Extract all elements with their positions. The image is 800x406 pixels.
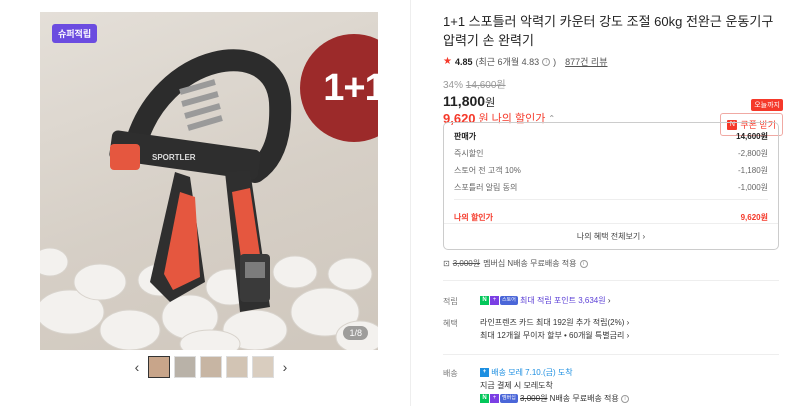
breakdown-value: -1,000원 — [737, 183, 768, 192]
benefit-installment-line[interactable]: 최대 12개월 무이자 할부 • 60개월 특별금리 › — [480, 329, 629, 342]
super-points-tag: 슈퍼적립 — [52, 24, 98, 43]
section-divider — [443, 280, 779, 281]
delivery-fee-strike: 3,000원 — [520, 394, 548, 403]
discount-percent: 34% — [443, 80, 464, 91]
breakdown-label: 즉시할인 — [454, 149, 484, 158]
max-points-text: 최대 적립 포인트 3,634원 — [520, 296, 606, 305]
thumbnail[interactable] — [252, 356, 274, 378]
product-title: 1+1 스포틀러 악력기 카운터 강도 조절 60kg 전완근 운동기구 압력기… — [443, 14, 774, 48]
gripper-brand-text: SPORTLER — [152, 153, 196, 162]
breakdown-value: -2,800원 — [737, 149, 768, 158]
breakdown-label: 스토어 전 고객 10% — [454, 166, 521, 175]
view-all-benefits-label: 나의 혜택 전체보기 — [576, 232, 641, 241]
image-counter: 1/8 — [343, 326, 368, 340]
thumbnail[interactable] — [148, 356, 170, 378]
thumbnail[interactable] — [226, 356, 248, 378]
today-only-badge: 오늘까지 — [751, 99, 783, 111]
shipping-note-text: 멤버십 N배송 무료배송 적용 — [483, 259, 577, 268]
original-price: 14,600원 — [465, 80, 506, 91]
product-main-image[interactable]: SPORTLER 슈퍼적립 1+1 1/8 — [40, 12, 378, 350]
star-icon: ★ — [443, 56, 452, 67]
rating-score: 4.85 — [454, 56, 473, 67]
column-divider — [410, 0, 411, 406]
thumbnail[interactable] — [200, 356, 222, 378]
points-label: 적립 — [443, 297, 458, 306]
benefits-label: 혜택 — [443, 319, 458, 328]
chevron-left-icon[interactable]: ‹ — [130, 359, 144, 375]
view-all-benefits-button[interactable]: 나의 혜택 전체보기 › — [444, 223, 778, 249]
info-icon[interactable]: i — [579, 259, 588, 268]
delivery-free-text: N배송 무료배송 적용 — [549, 394, 619, 403]
price-breakdown-box: 판매가 14,600원 즉시할인 -2,800원 스토어 전 고객 10% -1… — [443, 122, 779, 250]
discount-row: 34% 14,600원 — [443, 76, 783, 91]
delivery-arrival: 모레 7.10.(금) 도착 — [508, 368, 573, 377]
npay-plus-icon: N + 스토어 — [480, 296, 518, 306]
breakdown-row: 스포틀러 알림 동의 -1,000원 — [444, 179, 778, 196]
breakdown-row: 스토어 전 고객 10% -1,180원 — [444, 162, 778, 179]
chevron-right-icon: › — [607, 296, 611, 305]
chevron-right-icon[interactable]: › — [278, 359, 292, 375]
review-link[interactable]: 877건 리뷰 — [565, 55, 607, 68]
breakdown-my-value: 9,620원 — [740, 213, 768, 222]
sale-price-value: 11,800 — [443, 93, 486, 109]
info-icon[interactable]: i — [542, 57, 551, 66]
rating-detail: (최근 6개월 4.83 — [475, 57, 540, 67]
rating-row: ★ 4.85 (최근 6개월 4.83 i) 877건 리뷰 — [443, 55, 608, 68]
breakdown-row: 판매가 14,600원 — [444, 128, 778, 145]
thumbnail-strip: ‹ › — [130, 356, 292, 378]
breakdown-value: -1,180원 — [737, 166, 768, 175]
product-info: 1+1 스포틀러 악력기 카운터 강도 조절 60kg 전완근 운동기구 압력기… — [443, 12, 783, 136]
info-icon[interactable]: i — [621, 394, 630, 403]
delivery-info: + 배송 모레 7.10.(금) 도착 지금 결제 시 모레도착 N + 멤버십 3… — [480, 366, 630, 405]
breakdown-label: 판매가 — [454, 132, 477, 141]
npay-membership-icon: N + 멤버십 — [480, 394, 518, 404]
breakdown-value: 14,600원 — [736, 132, 768, 141]
breakdown-my-label: 나의 할인가 — [454, 213, 494, 222]
section-divider — [443, 354, 779, 355]
delivery-badge: 배송 — [491, 368, 506, 377]
delivery-label: 배송 — [443, 369, 458, 378]
delivery-payment-note: 지금 결제 시 모레도착 — [480, 381, 553, 390]
price-unit: 원 — [485, 97, 496, 109]
breakdown-label: 스포틀러 알림 동의 — [454, 183, 518, 192]
shipping-fee-strike: 3,000원 — [452, 259, 481, 268]
points-row[interactable]: N + 스토어 최대 적립 포인트 3,634원 › — [480, 294, 611, 307]
chevron-right-icon: › — [626, 318, 630, 327]
breakdown-row: 즉시할인 -2,800원 — [444, 145, 778, 162]
benefit-card-line[interactable]: 라인프렌즈 카드 최대 192원 추가 적립(2%) › — [480, 316, 629, 329]
chevron-right-icon: › — [626, 331, 630, 340]
thumbnail[interactable] — [174, 356, 196, 378]
membership-shipping-note: ⊡ 3,000원 멤버십 N배송 무료배송 적용 i — [443, 258, 588, 269]
n-delivery-icon: + — [480, 368, 489, 378]
benefits-list: 라인프렌즈 카드 최대 192원 추가 적립(2%) › 최대 12개월 무이자… — [480, 316, 629, 342]
breakdown-separator — [454, 199, 768, 200]
chevron-right-icon: › — [642, 232, 646, 241]
delivery-truck-icon: ⊡ — [443, 259, 450, 268]
